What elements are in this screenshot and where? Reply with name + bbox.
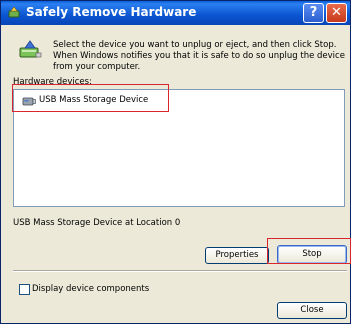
help-button[interactable]: ? (303, 3, 324, 23)
hardware-eject-icon (19, 40, 42, 58)
safely-remove-hardware-icon (8, 6, 20, 18)
display-components-checkbox[interactable] (19, 284, 30, 295)
properties-button[interactable]: Properties (205, 247, 269, 264)
separator (13, 270, 347, 272)
device-highlight-annotation (12, 84, 169, 112)
safely-remove-hardware-dialog: Safely Remove Hardware ? ✕ Select the de… (0, 0, 351, 324)
instructions-text: Select the device you want to unplug or … (53, 40, 345, 72)
close-button[interactable]: Close (277, 302, 347, 319)
window-close-button[interactable]: ✕ (326, 3, 347, 23)
display-components-label[interactable]: Display device components (32, 284, 149, 294)
device-location-text: USB Mass Storage Device at Location 0 (13, 218, 181, 228)
window-title: Safely Remove Hardware (26, 5, 197, 19)
stop-highlight-annotation (267, 238, 351, 264)
title-bar[interactable]: Safely Remove Hardware ? ✕ (1, 1, 350, 25)
